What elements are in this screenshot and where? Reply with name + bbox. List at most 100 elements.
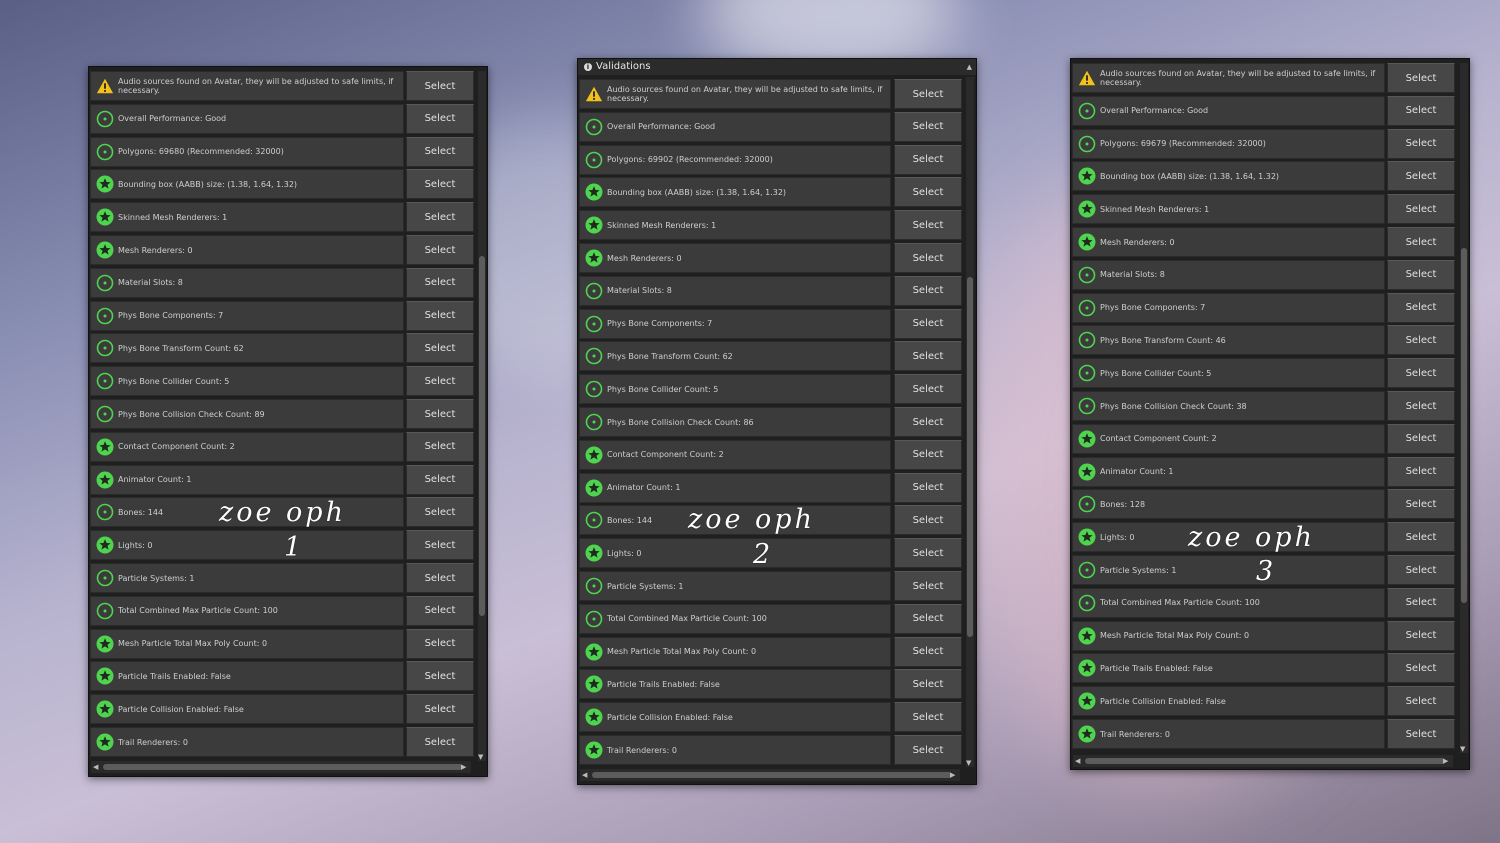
select-button[interactable]: Select (1387, 686, 1455, 717)
validation-message-box: Particle Systems: 1 (1072, 555, 1385, 585)
scroll-right-arrow-icon[interactable]: ▶ (950, 771, 955, 779)
scroll-down-arrow-icon[interactable]: ▼ (478, 753, 483, 761)
horizontal-scroll-thumb[interactable] (103, 764, 463, 770)
select-button[interactable]: Select (406, 71, 474, 101)
select-button[interactable]: Select (406, 727, 474, 757)
scroll-right-arrow-icon[interactable]: ▶ (461, 763, 466, 771)
scroll-left-arrow-icon[interactable]: ◀ (1075, 757, 1080, 765)
select-button[interactable]: Select (406, 103, 474, 134)
select-button[interactable]: Select (894, 439, 962, 470)
select-button[interactable]: Select (1387, 587, 1455, 618)
select-button[interactable]: Select (894, 144, 962, 175)
vertical-scroll-thumb[interactable] (1461, 248, 1467, 603)
select-button[interactable]: Select (894, 571, 962, 601)
select-button[interactable]: Select (894, 669, 962, 700)
select-button[interactable]: Select (1387, 423, 1455, 454)
select-button[interactable]: Select (1387, 391, 1455, 421)
scroll-left-arrow-icon[interactable]: ◀ (93, 763, 98, 771)
handwritten-number: 2 (753, 539, 774, 570)
select-button[interactable]: Select (1387, 358, 1455, 389)
scroll-right-arrow-icon[interactable]: ▶ (1443, 757, 1448, 765)
select-button[interactable]: Select (406, 333, 474, 364)
select-button[interactable]: Select (406, 464, 474, 495)
select-button[interactable]: Select (406, 497, 474, 528)
vertical-scrollbar[interactable] (478, 71, 486, 761)
select-button[interactable]: Select (894, 177, 962, 208)
select-button[interactable]: Select (1387, 194, 1455, 225)
select-button[interactable]: Select (894, 243, 962, 273)
validation-row-trail-renderers-0: Trail Renderers: 0 Select (89, 727, 474, 757)
select-button[interactable]: Select (1387, 325, 1455, 356)
vertical-scroll-thumb[interactable] (479, 256, 485, 616)
select-button[interactable]: Select (894, 275, 962, 306)
select-button[interactable]: Select (894, 341, 962, 372)
horizontal-scroll-thumb[interactable] (592, 772, 952, 778)
select-button[interactable]: Select (406, 366, 474, 397)
horizontal-scrollbar[interactable]: ◀ ▶ (91, 761, 471, 773)
select-button[interactable]: Select (406, 202, 474, 233)
select-button[interactable]: Select (894, 702, 962, 733)
select-button[interactable]: Select (406, 235, 474, 265)
select-button[interactable]: Select (1387, 522, 1455, 553)
validation-message: Particle Trails Enabled: False (1100, 663, 1213, 673)
scroll-down-arrow-icon[interactable]: ▼ (966, 759, 971, 767)
validation-message-box: Contact Component Count: 2 (1072, 423, 1385, 454)
select-button[interactable]: Select (894, 505, 962, 536)
validation-row-phys-bone-collision-check-count-86: Phys Bone Collision Check Count: 86 Selec… (578, 407, 962, 437)
validation-row-phys-bone-collider-count-5: Phys Bone Collider Count: 5 Select (89, 366, 474, 397)
select-button[interactable]: Select (1387, 489, 1455, 520)
horizontal-scrollbar[interactable]: ◀ ▶ (1073, 755, 1453, 767)
select-button[interactable]: Select (1387, 161, 1455, 192)
select-button[interactable]: Select (894, 636, 962, 667)
select-button[interactable]: Select (1387, 719, 1455, 749)
validation-panel-1: Audio sources found on Avatar, they will… (88, 66, 488, 777)
select-button[interactable]: Select (894, 111, 962, 142)
validation-row-particle-collision-enabled-false: Particle Collision Enabled: False Select (1071, 686, 1455, 717)
validation-message-box: Material Slots: 8 (90, 267, 404, 298)
scroll-down-arrow-icon[interactable]: ▼ (1460, 745, 1465, 753)
select-button[interactable]: Select (406, 530, 474, 561)
select-button[interactable]: Select (406, 136, 474, 167)
select-button[interactable]: Select (894, 308, 962, 339)
vertical-scrollbar[interactable] (966, 77, 974, 767)
select-button[interactable]: Select (894, 735, 962, 765)
select-button[interactable]: Select (406, 563, 474, 593)
select-button[interactable]: Select (894, 374, 962, 405)
select-button[interactable]: Select (894, 79, 962, 109)
select-button[interactable]: Select (406, 267, 474, 298)
select-button[interactable]: Select (1387, 63, 1455, 93)
validation-message: Overall Performance: Good (1100, 106, 1209, 116)
horizontal-scroll-thumb[interactable] (1085, 758, 1445, 764)
select-button[interactable]: Select (406, 431, 474, 462)
select-button[interactable]: Select (1387, 292, 1455, 323)
select-button[interactable]: Select (406, 595, 474, 626)
select-button[interactable]: Select (406, 300, 474, 331)
star-badge-icon (1078, 463, 1096, 481)
select-button[interactable]: Select (1387, 620, 1455, 651)
scroll-left-arrow-icon[interactable]: ◀ (582, 771, 587, 779)
select-button[interactable]: Select (1387, 128, 1455, 159)
horizontal-scrollbar[interactable]: ◀ ▶ (580, 769, 960, 781)
select-button[interactable]: Select (406, 399, 474, 429)
validation-message-box: Skinned Mesh Renderers: 1 (1072, 194, 1385, 225)
select-button[interactable]: Select (894, 210, 962, 241)
select-button[interactable]: Select (894, 407, 962, 437)
select-button[interactable]: Select (894, 603, 962, 634)
select-button[interactable]: Select (894, 538, 962, 569)
vertical-scrollbar[interactable] (1460, 63, 1468, 753)
select-button[interactable]: Select (406, 694, 474, 725)
select-button[interactable]: Select (1387, 227, 1455, 257)
star-badge-icon (1078, 167, 1096, 185)
select-button[interactable]: Select (1387, 555, 1455, 585)
validation-message-box: Contact Component Count: 2 (90, 431, 404, 462)
select-button[interactable]: Select (406, 628, 474, 659)
select-button[interactable]: Select (1387, 653, 1455, 684)
select-button[interactable]: Select (406, 169, 474, 200)
select-button[interactable]: Select (1387, 95, 1455, 126)
select-button[interactable]: Select (1387, 456, 1455, 487)
select-button[interactable]: Select (406, 661, 474, 692)
vertical-scroll-thumb[interactable] (967, 277, 973, 637)
select-button[interactable]: Select (1387, 259, 1455, 290)
select-button[interactable]: Select (894, 472, 962, 503)
scroll-up-arrow-icon[interactable]: ▲ (967, 63, 972, 71)
